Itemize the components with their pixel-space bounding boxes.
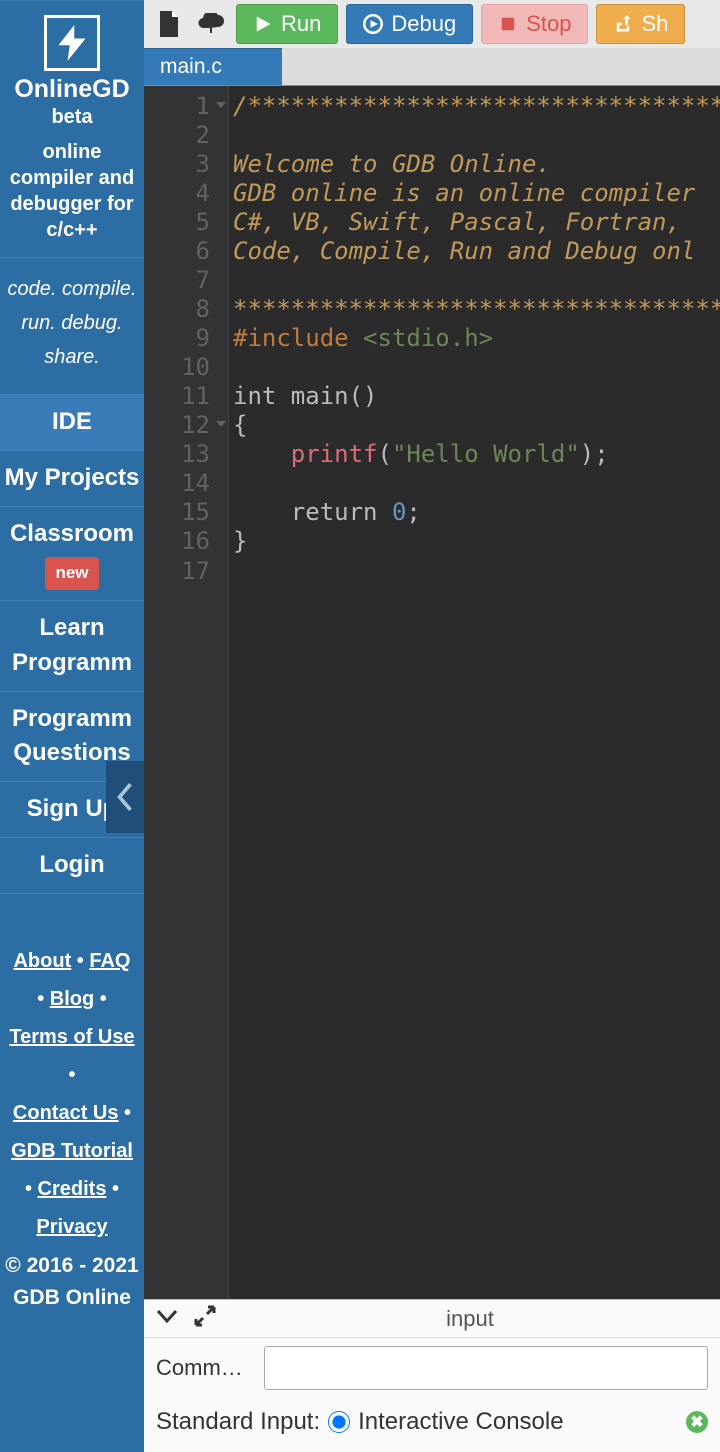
link-terms[interactable]: Terms of Use bbox=[9, 1026, 134, 1048]
close-console-icon[interactable]: ✖ bbox=[686, 1411, 708, 1433]
link-contact[interactable]: Contact Us bbox=[13, 1102, 119, 1124]
stdin-opt-interactive: Interactive Console bbox=[358, 1408, 563, 1436]
logo-icon bbox=[44, 15, 100, 71]
nav-classroom[interactable]: Classroom new bbox=[0, 507, 144, 601]
logo-section: OnlineGD beta bbox=[0, 1, 144, 129]
sidebar: OnlineGD beta online compiler and debugg… bbox=[0, 0, 144, 1452]
command-row: Comm… bbox=[144, 1338, 720, 1398]
copyright: © 2016 - 2021 GDB Online bbox=[0, 1246, 144, 1325]
nav-login[interactable]: Login bbox=[0, 838, 144, 894]
run-label: Run bbox=[281, 11, 321, 37]
stdin-label: Standard Input: bbox=[156, 1408, 320, 1436]
collapse-sidebar-button[interactable] bbox=[106, 761, 144, 833]
toolbar: Run Debug Stop Sh bbox=[144, 0, 720, 48]
new-file-icon[interactable] bbox=[152, 4, 186, 44]
console-panel: input Comm… Standard Input: Interactive … bbox=[144, 1299, 720, 1452]
brand-beta: beta bbox=[0, 106, 144, 129]
stop-label: Stop bbox=[526, 11, 571, 37]
link-about[interactable]: About bbox=[13, 950, 71, 972]
footer-links: About • FAQ • Blog • Terms of Use • Cont… bbox=[0, 942, 144, 1246]
console-title: input bbox=[232, 1306, 708, 1332]
debug-label: Debug bbox=[391, 11, 456, 37]
tab-main-c[interactable]: main.c bbox=[144, 48, 282, 85]
link-privacy[interactable]: Privacy bbox=[36, 1216, 107, 1238]
nav-classroom-label: Classroom bbox=[10, 520, 134, 547]
editor-tabs: main.c bbox=[144, 48, 720, 86]
run-button[interactable]: Run bbox=[236, 4, 338, 44]
code-content[interactable]: /************************************ We… bbox=[228, 86, 720, 1299]
expand-console-icon[interactable] bbox=[194, 1305, 216, 1332]
stdin-radio-interactive[interactable] bbox=[328, 1411, 350, 1433]
stop-button[interactable]: Stop bbox=[481, 4, 588, 44]
upload-icon[interactable] bbox=[194, 4, 228, 44]
tagline: online compiler and debugger for c/c++ bbox=[0, 129, 144, 257]
code-editor[interactable]: 1234567891011121314151617 /*************… bbox=[144, 86, 720, 1299]
link-credits[interactable]: Credits bbox=[38, 1178, 107, 1200]
motto: code. compile. run. debug. share. bbox=[0, 257, 144, 394]
command-input[interactable] bbox=[264, 1346, 708, 1390]
main-area: Run Debug Stop Sh main.c 123456789101112… bbox=[144, 0, 720, 1452]
nav-ide[interactable]: IDE bbox=[0, 395, 144, 451]
collapse-console-icon[interactable] bbox=[156, 1309, 178, 1328]
debug-button[interactable]: Debug bbox=[346, 4, 473, 44]
nav-my-projects[interactable]: My Projects bbox=[0, 451, 144, 507]
link-faq[interactable]: FAQ bbox=[89, 950, 130, 972]
console-header: input bbox=[144, 1300, 720, 1338]
badge-new: new bbox=[45, 557, 98, 590]
line-gutter: 1234567891011121314151617 bbox=[144, 86, 228, 1299]
share-label: Sh bbox=[641, 11, 668, 37]
brand-title: OnlineGD bbox=[0, 77, 144, 102]
command-label: Comm… bbox=[156, 1355, 256, 1381]
link-tutorial[interactable]: GDB Tutorial bbox=[11, 1140, 133, 1162]
stdin-row: Standard Input: Interactive Console ✖ bbox=[144, 1398, 720, 1452]
link-blog[interactable]: Blog bbox=[50, 988, 94, 1010]
nav-learn[interactable]: Learn Programm bbox=[0, 601, 144, 692]
share-button[interactable]: Sh bbox=[596, 4, 685, 44]
